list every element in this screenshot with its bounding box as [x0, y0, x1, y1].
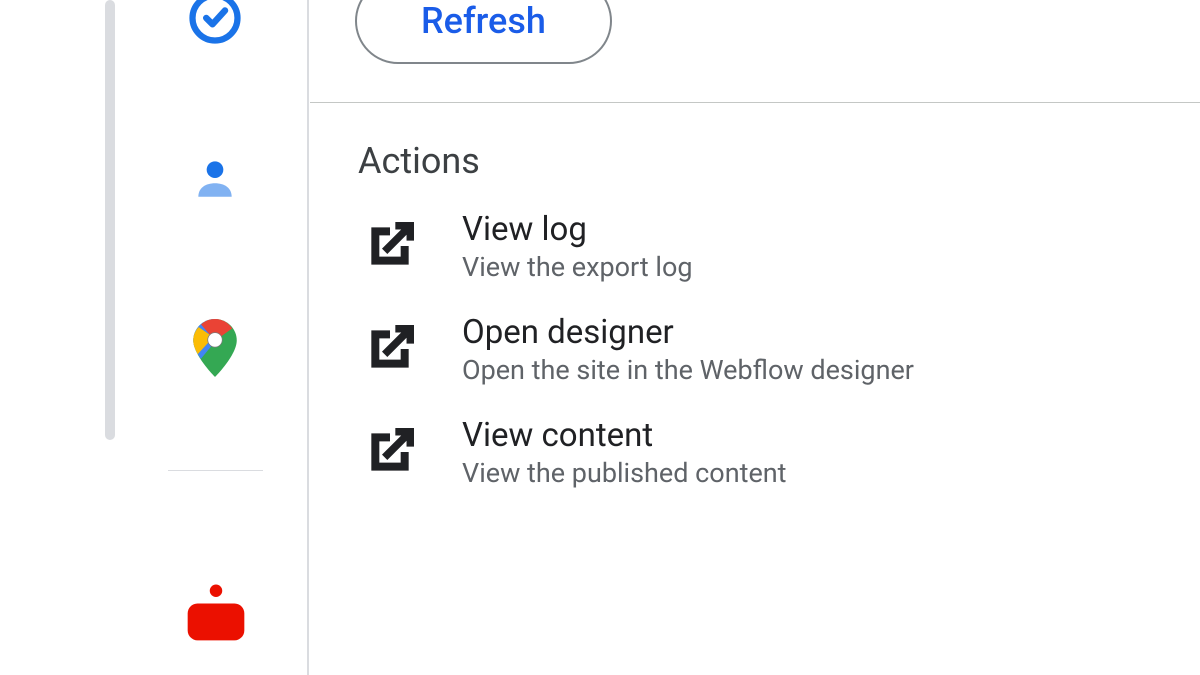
main-panel: Refresh Actions View log View the export…	[310, 0, 1200, 675]
sidebar-separator	[168, 470, 263, 471]
bot-icon	[182, 578, 250, 650]
external-link-icon	[358, 420, 422, 484]
action-description: Open the site in the Webflow designer	[462, 354, 914, 386]
vertical-divider	[307, 0, 309, 675]
scrollbar[interactable]	[105, 0, 115, 440]
action-open-designer[interactable]: Open designer Open the site in the Webfl…	[358, 313, 1200, 386]
action-title: Open designer	[462, 313, 914, 352]
external-link-icon	[358, 317, 422, 381]
action-view-content[interactable]: View content View the published content	[358, 416, 1200, 489]
refresh-button[interactable]: Refresh	[355, 0, 612, 64]
maps-pin-icon	[193, 319, 237, 381]
sidebar-item-contacts[interactable]	[185, 150, 245, 210]
actions-section: Actions View log View the export log Ope…	[358, 140, 1200, 519]
sidebar-item-app[interactable]	[182, 580, 250, 648]
sidebar-item-tasks[interactable]	[185, 0, 245, 50]
sidebar-item-maps[interactable]	[185, 320, 245, 380]
action-view-log[interactable]: View log View the export log	[358, 210, 1200, 283]
section-title: Actions	[358, 140, 1200, 182]
action-title: View log	[462, 210, 693, 249]
sidebar	[0, 0, 310, 675]
external-link-icon	[358, 214, 422, 278]
action-title: View content	[462, 416, 787, 455]
horizontal-divider	[310, 102, 1200, 103]
check-circle-icon	[185, 0, 245, 52]
action-description: View the published content	[462, 457, 787, 489]
person-icon	[190, 153, 240, 207]
action-description: View the export log	[462, 251, 693, 283]
